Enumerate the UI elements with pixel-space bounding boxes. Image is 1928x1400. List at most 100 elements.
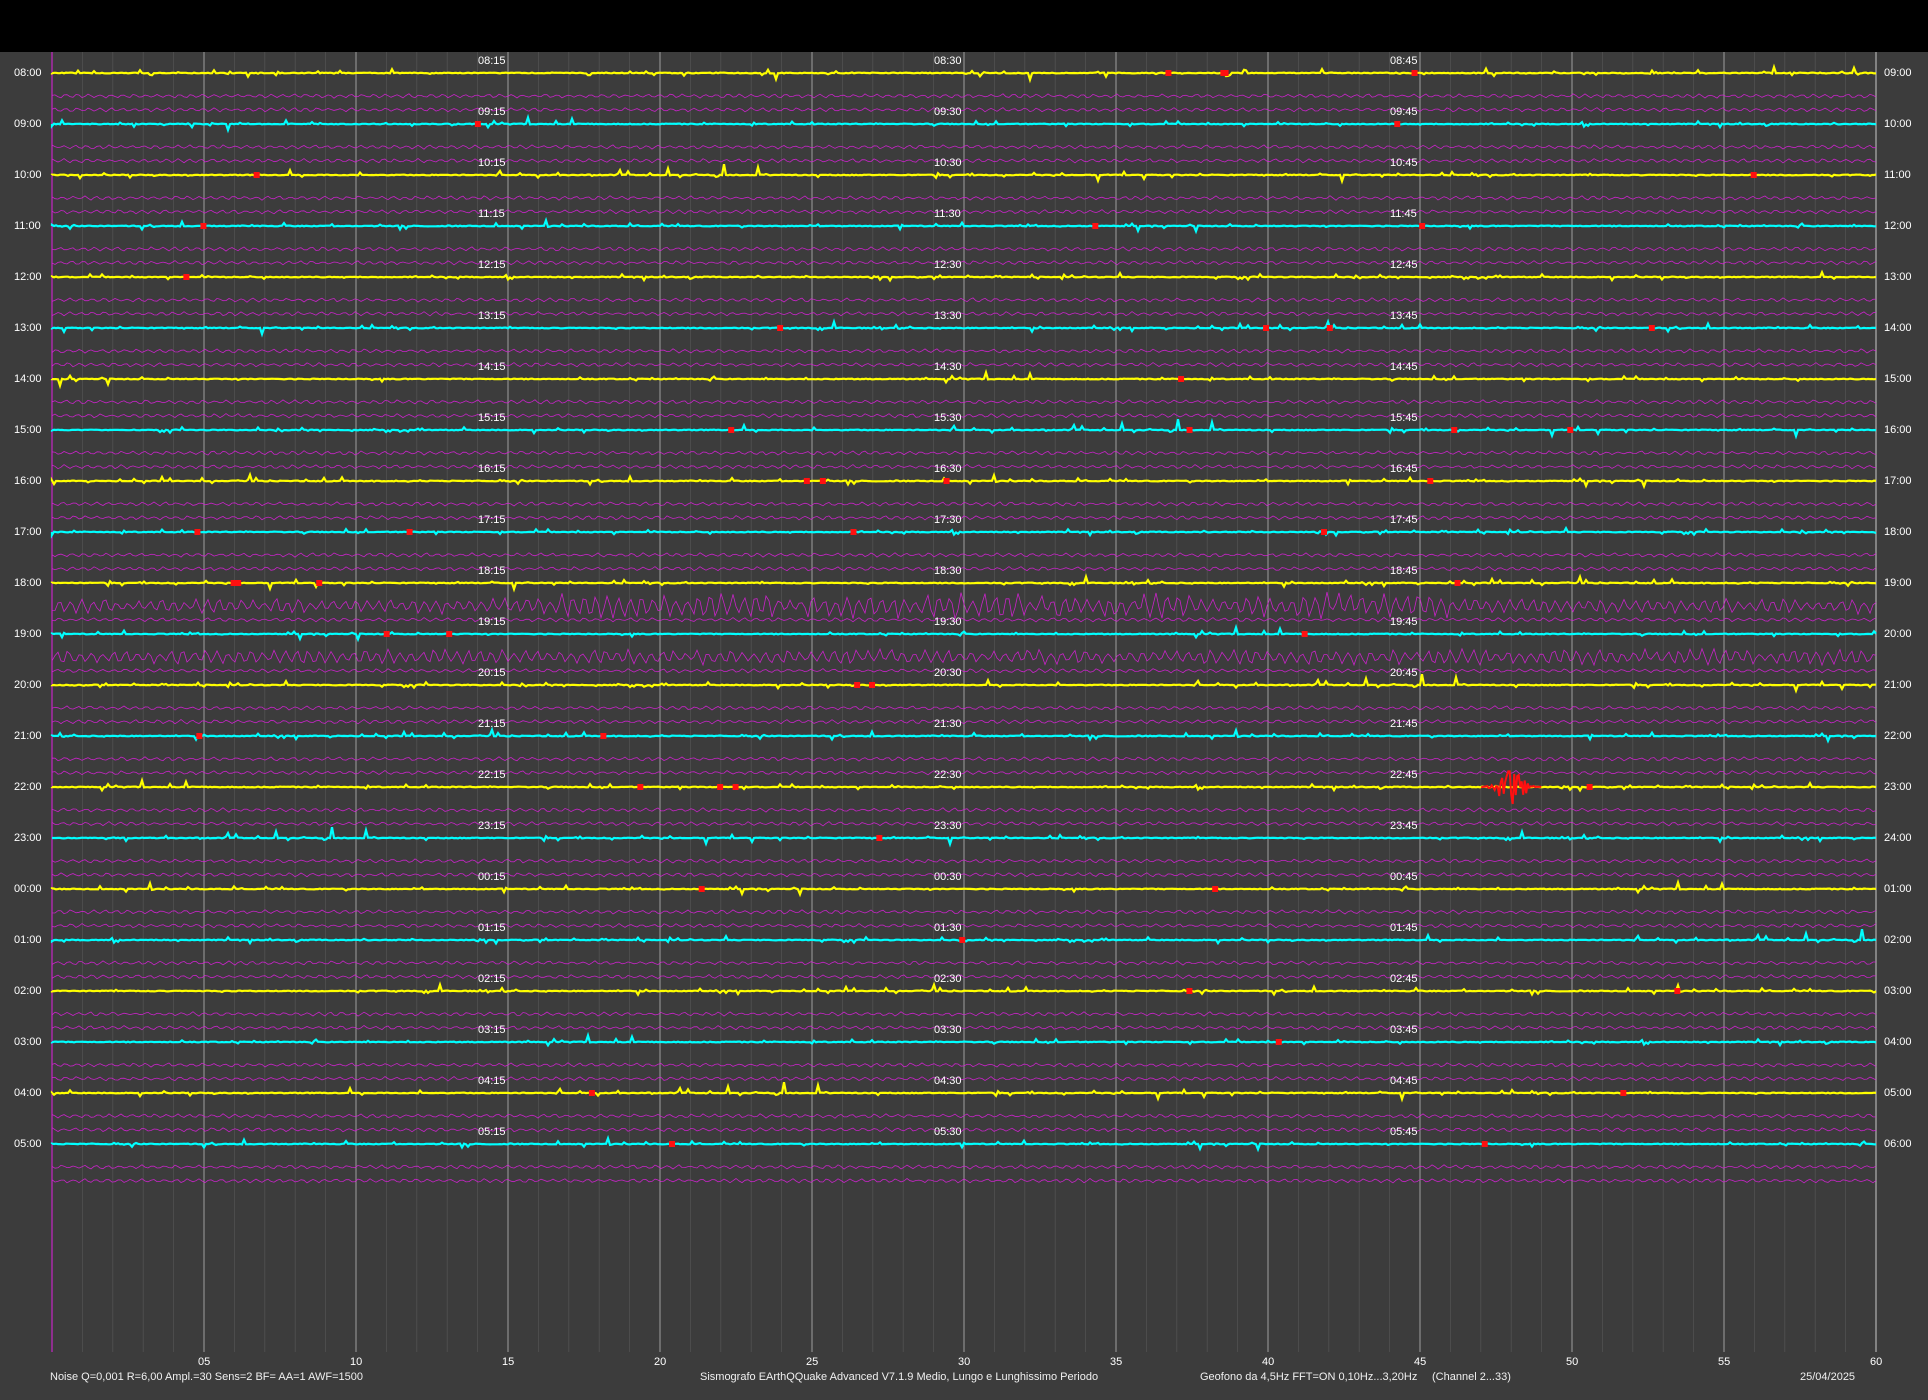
event-marker: [1220, 70, 1227, 76]
quarter-hour-mark: 23:45: [1390, 820, 1418, 832]
quarter-hour-mark: 11:45: [1390, 208, 1417, 220]
row-start-time: 13:00: [14, 322, 42, 334]
row-start-time: 04:00: [14, 1087, 42, 1099]
event-marker: [446, 631, 453, 637]
event-marker: [1481, 1141, 1488, 1147]
row-end-time: 19:00: [1884, 577, 1912, 589]
quarter-hour-mark: 22:30: [934, 769, 962, 781]
quarter-hour-mark: 10:30: [934, 157, 962, 169]
event-marker: [183, 274, 190, 280]
quarter-hour-mark: 09:45: [1390, 106, 1418, 118]
quarter-hour-mark: 15:15: [478, 412, 506, 424]
event-marker: [669, 1141, 676, 1147]
event-marker: [406, 529, 413, 535]
event-marker: [200, 223, 207, 229]
row-end-time: 04:00: [1884, 1036, 1912, 1048]
quarter-hour-mark: 21:15: [478, 718, 506, 730]
row-end-time: 17:00: [1884, 475, 1912, 487]
quarter-hour-mark: 11:30: [934, 208, 961, 220]
quarter-hour-mark: 20:45: [1390, 667, 1418, 679]
quarter-hour-mark: 13:30: [934, 310, 962, 322]
x-axis-tick-label: 05: [198, 1356, 211, 1368]
event-marker: [1092, 223, 1099, 229]
x-axis-tick-label: 20: [654, 1356, 667, 1368]
quarter-hour-mark: 20:30: [934, 667, 962, 679]
quarter-hour-mark: 13:15: [478, 310, 506, 322]
quarter-hour-mark: 04:45: [1390, 1075, 1418, 1087]
quarter-hour-mark: 21:30: [934, 718, 962, 730]
event-marker: [1326, 325, 1333, 331]
quarter-hour-mark: 05:30: [934, 1126, 962, 1138]
x-axis-tick-label: 50: [1566, 1356, 1579, 1368]
quarter-hour-mark: 10:45: [1390, 157, 1418, 169]
row-end-time: 05:00: [1884, 1087, 1912, 1099]
event-marker: [1419, 223, 1426, 229]
channel-readout: (Channel 2...33): [1432, 1371, 1511, 1383]
quarter-hour-mark: 00:30: [934, 871, 962, 883]
app-name-label: Sismografo EArthQQuake Advanced V7.1.9 M…: [700, 1371, 1099, 1383]
event-marker: [732, 784, 739, 790]
quarter-hour-mark: 18:30: [934, 565, 962, 577]
event-marker: [819, 478, 826, 484]
event-marker: [728, 427, 735, 433]
event-marker: [1411, 70, 1418, 76]
quarter-hour-mark: 10:15: [478, 157, 506, 169]
row-start-time: 12:00: [14, 271, 42, 283]
quarter-hour-mark: 08:30: [934, 55, 962, 67]
x-axis-tick-label: 25: [806, 1356, 819, 1368]
row-start-time: 10:00: [14, 169, 42, 181]
event-marker: [1186, 988, 1193, 994]
x-axis-tick-label: 40: [1262, 1356, 1275, 1368]
settings-readout: Noise Q=0,001 R=6,00 Ampl.=30 Sens=2 BF=…: [50, 1371, 363, 1383]
row-end-time: 03:00: [1884, 985, 1912, 997]
event-marker: [943, 478, 950, 484]
quarter-hour-mark: 04:15: [478, 1075, 506, 1087]
row-start-time: 01:00: [14, 934, 42, 946]
row-end-time: 09:00: [1884, 67, 1912, 79]
quarter-hour-mark: 17:30: [934, 514, 962, 526]
row-end-time: 15:00: [1884, 373, 1912, 385]
quarter-hour-mark: 04:30: [934, 1075, 962, 1087]
quarter-hour-mark: 12:15: [478, 259, 506, 271]
quarter-hour-mark: 12:30: [934, 259, 962, 271]
x-axis-tick-label: 15: [502, 1356, 515, 1368]
quarter-hour-mark: 08:45: [1390, 55, 1418, 67]
row-end-time: 22:00: [1884, 730, 1912, 742]
event-marker: [1263, 325, 1270, 331]
event-marker: [600, 733, 607, 739]
quarter-hour-mark: 19:45: [1390, 616, 1418, 628]
row-end-time: 13:00: [1884, 271, 1912, 283]
quarter-hour-mark: 03:30: [934, 1024, 962, 1036]
event-marker: [1567, 427, 1574, 433]
row-end-time: 02:00: [1884, 934, 1912, 946]
row-end-time: 10:00: [1884, 118, 1912, 130]
row-start-time: 17:00: [14, 526, 42, 538]
event-marker: [1427, 478, 1434, 484]
row-start-time: 18:00: [14, 577, 42, 589]
row-end-time: 06:00: [1884, 1138, 1912, 1150]
event-marker: [1586, 784, 1593, 790]
quarter-hour-mark: 16:30: [934, 463, 962, 475]
row-end-time: 20:00: [1884, 628, 1912, 640]
seismogram-canvas: [50, 52, 1877, 1352]
row-end-time: 14:00: [1884, 322, 1912, 334]
quarter-hour-mark: 00:45: [1390, 871, 1418, 883]
event-marker: [1451, 427, 1458, 433]
quarter-hour-mark: 00:15: [478, 871, 506, 883]
quarter-hour-mark: 16:45: [1390, 463, 1418, 475]
event-marker: [1301, 631, 1308, 637]
row-start-time: 02:00: [14, 985, 42, 997]
event-marker: [698, 886, 705, 892]
quarter-hour-mark: 19:15: [478, 616, 506, 628]
x-axis-tick-label: 45: [1414, 1356, 1427, 1368]
event-marker: [230, 580, 237, 586]
event-marker: [1674, 988, 1681, 994]
quarter-hour-mark: 09:15: [478, 106, 506, 118]
event-marker: [717, 784, 724, 790]
event-marker: [869, 682, 876, 688]
row-start-time: 20:00: [14, 679, 42, 691]
quarter-hour-mark: 02:15: [478, 973, 506, 985]
event-marker: [854, 682, 861, 688]
x-axis-tick-label: 10: [350, 1356, 363, 1368]
event-marker: [253, 172, 260, 178]
